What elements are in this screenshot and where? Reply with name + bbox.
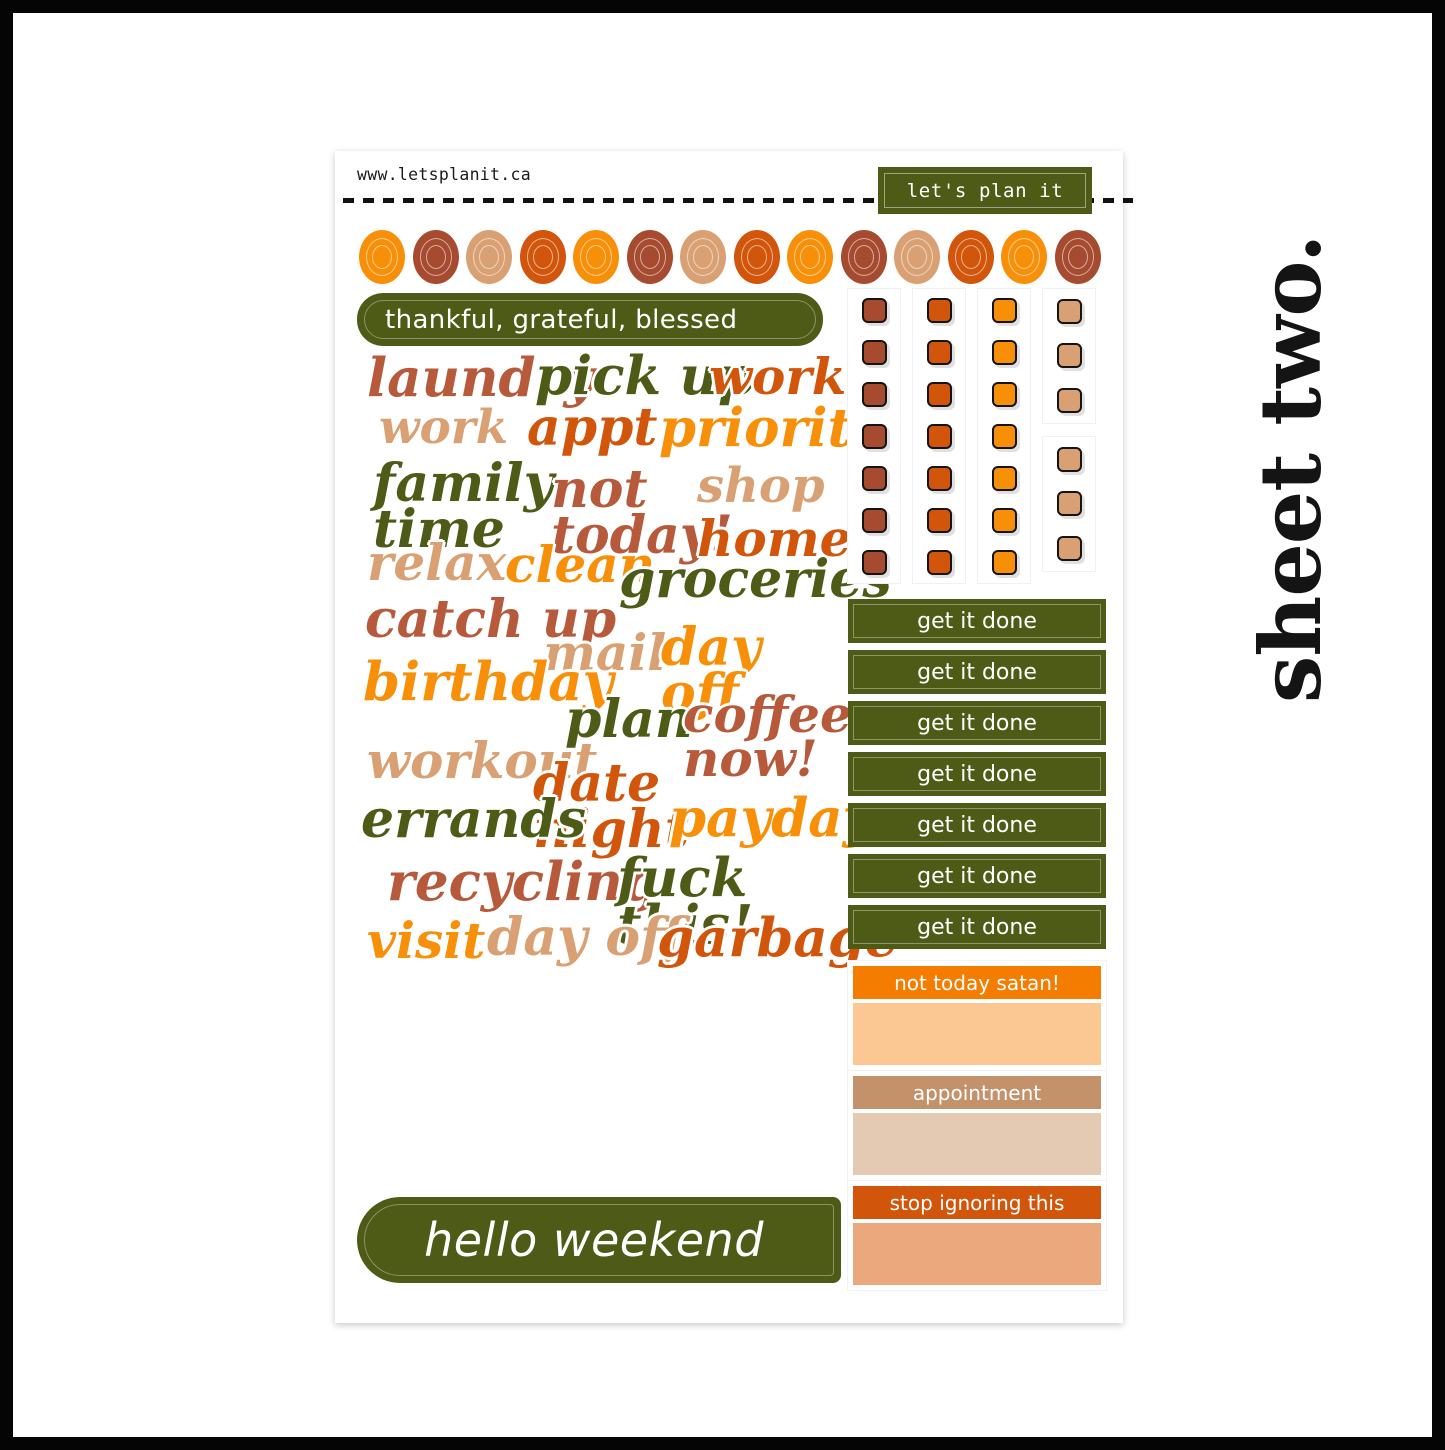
get-it-done-list: get it done get it done get it done get it … [848, 599, 1106, 956]
checkbox-sticker[interactable] [1056, 536, 1082, 562]
checkbox-sticker[interactable] [926, 507, 952, 533]
checkbox-sticker[interactable] [991, 465, 1017, 491]
brand-badge-label: let's plan it [906, 179, 1064, 202]
get-it-done-label[interactable]: get it done [848, 599, 1106, 643]
get-it-done-text: get it done [917, 608, 1037, 634]
checkbox-sticker[interactable] [861, 297, 887, 323]
dot-sticker[interactable] [359, 230, 405, 284]
checkbox-sticker[interactable] [1056, 491, 1082, 517]
sticker-sheet-card: www.letsplanit.ca let's plan it thankful… [335, 151, 1133, 1323]
get-it-done-label[interactable]: get it done [848, 854, 1106, 898]
checkbox-sticker[interactable] [926, 381, 952, 407]
checkbox-sticker[interactable] [1056, 388, 1082, 414]
banner-thankful-label: thankful, grateful, blessed [385, 304, 738, 335]
checkbox-column [1043, 289, 1095, 423]
get-it-done-text: get it done [917, 710, 1037, 736]
checkbox-column [913, 289, 965, 583]
dot-sticker[interactable] [894, 230, 941, 284]
get-it-done-label[interactable]: get it done [848, 650, 1106, 694]
checkbox-sticker[interactable] [1056, 298, 1082, 324]
get-it-done-label[interactable]: get it done [848, 905, 1106, 949]
checkbox-sticker[interactable] [861, 423, 887, 449]
note-box-title: stop ignoring this [889, 1190, 1065, 1215]
dot-sticker[interactable] [573, 230, 620, 284]
brand-badge: let's plan it [878, 167, 1092, 214]
note-box-header: stop ignoring this [853, 1186, 1101, 1219]
checkbox-sticker[interactable] [926, 339, 952, 365]
dot-sticker[interactable] [1054, 230, 1101, 284]
dot-sticker[interactable] [787, 230, 834, 284]
word-sticker[interactable]: work [709, 352, 846, 402]
website-url: www.letsplanit.ca [357, 165, 531, 184]
checkbox-sticker[interactable] [1056, 343, 1082, 369]
word-sticker[interactable]: errands [361, 794, 586, 846]
dot-sticker[interactable] [947, 230, 994, 284]
checkbox-sticker[interactable] [991, 339, 1017, 365]
checkbox-column [978, 289, 1030, 583]
get-it-done-text: get it done [917, 659, 1037, 685]
get-it-done-text: get it done [917, 863, 1037, 889]
dot-sticker[interactable] [626, 230, 673, 284]
banner-thankful[interactable]: thankful, grateful, blessed [357, 293, 823, 346]
note-box[interactable]: stop ignoring this [848, 1181, 1106, 1290]
banner-hello-weekend-label: hello weekend [424, 1213, 764, 1267]
checkbox-sticker[interactable] [991, 297, 1017, 323]
checkbox-sticker[interactable] [861, 381, 887, 407]
checkbox-sticker[interactable] [1056, 446, 1082, 472]
get-it-done-label[interactable]: get it done [848, 752, 1106, 796]
note-box-body[interactable] [853, 1113, 1101, 1175]
checkbox-sticker[interactable] [861, 507, 887, 533]
checkbox-column [1043, 437, 1095, 571]
word-sticker[interactable]: work [379, 404, 508, 451]
checkbox-sticker[interactable] [926, 423, 952, 449]
note-box-header: appointment [853, 1076, 1101, 1109]
dot-sticker[interactable] [840, 230, 887, 284]
script-word-stickers: laundry pick up work work appt. priority famil… [347, 349, 899, 1189]
word-sticker[interactable]: payday [669, 792, 873, 845]
get-it-done-text: get it done [917, 812, 1037, 838]
checkbox-sticker[interactable] [991, 549, 1017, 575]
note-box-title: not today satan! [894, 970, 1060, 995]
banner-hello-weekend[interactable]: hello weekend [357, 1197, 841, 1283]
checkbox-sticker[interactable] [926, 297, 952, 323]
dot-sticker[interactable] [412, 230, 459, 284]
dot-sticker[interactable] [466, 230, 513, 284]
dot-sticker[interactable] [519, 230, 566, 284]
dot-sticker[interactable] [733, 230, 780, 284]
checkbox-sticker-grid [848, 289, 1106, 584]
checkbox-sticker[interactable] [861, 339, 887, 365]
note-box[interactable]: appointment [848, 1071, 1106, 1180]
get-it-done-text: get it done [917, 914, 1037, 940]
outer-frame: www.letsplanit.ca let's plan it thankful… [0, 0, 1445, 1450]
dot-sticker[interactable] [680, 230, 727, 284]
checkbox-sticker[interactable] [991, 423, 1017, 449]
checkbox-sticker[interactable] [926, 549, 952, 575]
checkbox-sticker[interactable] [861, 465, 887, 491]
get-it-done-text: get it done [917, 761, 1037, 787]
word-sticker[interactable]: coffee now! [683, 690, 852, 784]
note-box-header: not today satan! [853, 966, 1101, 999]
dot-sticker[interactable] [1001, 230, 1048, 284]
word-sticker[interactable]: shop [697, 462, 825, 510]
word-sticker[interactable]: appt. [527, 402, 676, 454]
dot-sticker-row [359, 229, 1101, 285]
word-sticker[interactable]: relax [367, 538, 506, 588]
checkbox-sticker[interactable] [991, 507, 1017, 533]
word-sticker[interactable]: visit [367, 916, 485, 966]
checkbox-column [848, 289, 900, 583]
note-box-title: appointment [912, 1080, 1042, 1105]
note-box-body[interactable] [853, 1003, 1101, 1065]
note-box-body[interactable] [853, 1223, 1101, 1285]
get-it-done-label[interactable]: get it done [848, 803, 1106, 847]
note-box[interactable]: not today satan! [848, 961, 1106, 1070]
sheet-number-label: sheet two. [1241, 234, 1340, 703]
word-sticker[interactable]: day off [487, 912, 683, 964]
checkbox-sticker[interactable] [991, 381, 1017, 407]
checkbox-sticker[interactable] [926, 465, 952, 491]
checkbox-sticker[interactable] [861, 549, 887, 575]
get-it-done-label[interactable]: get it done [848, 701, 1106, 745]
